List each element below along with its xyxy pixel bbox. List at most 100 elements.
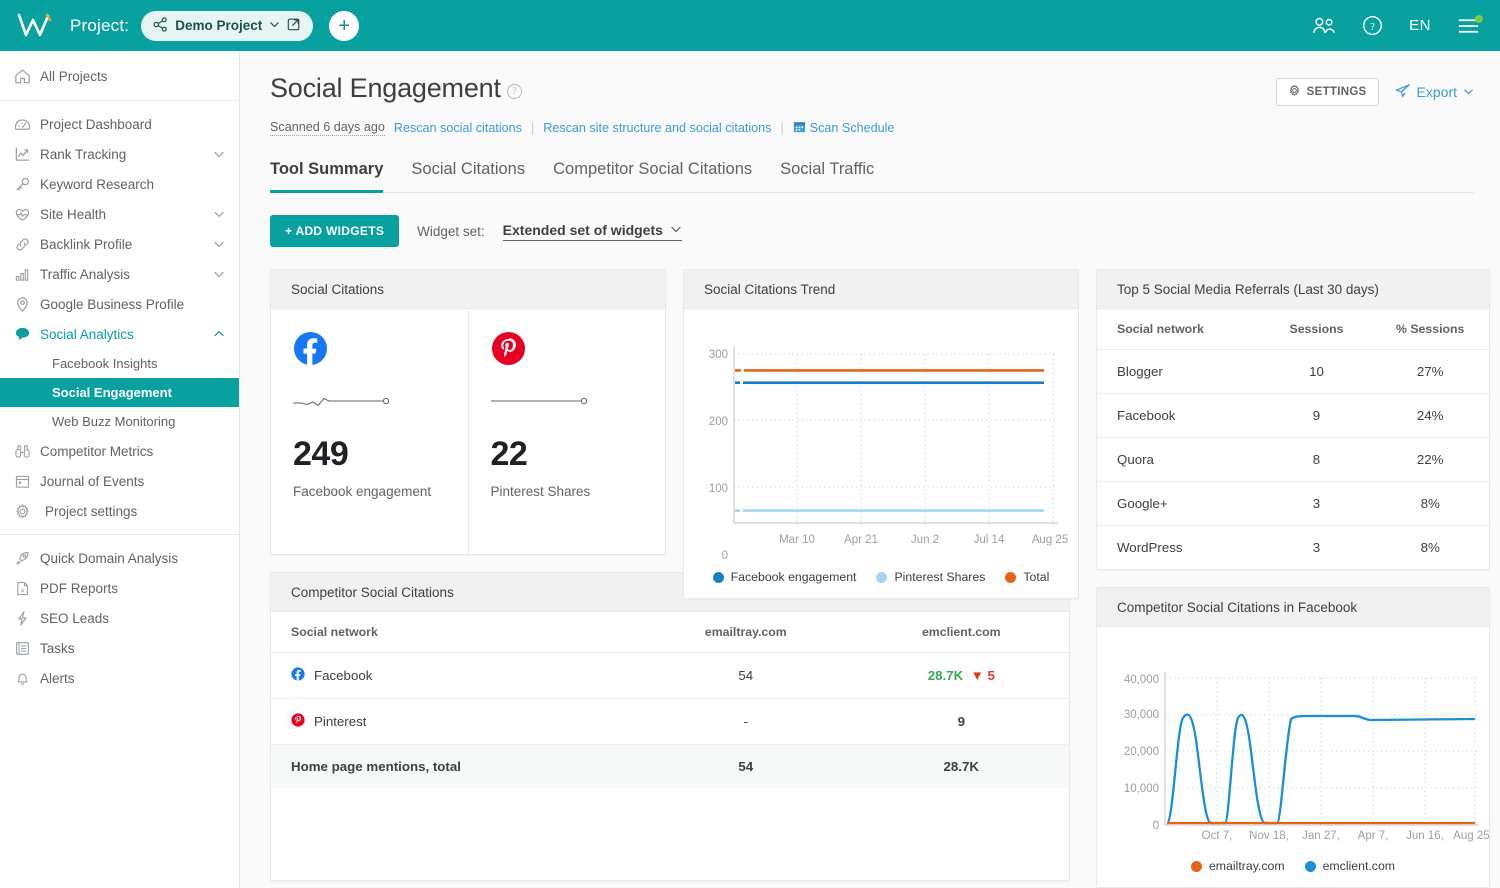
sparkline-pinterest (490, 389, 644, 411)
cell-sessions: 3 (1312, 540, 1321, 555)
legend-item[interactable]: emclient.com (1304, 859, 1396, 873)
app-logo[interactable] (16, 11, 56, 41)
widget-title: Competitor Social Citations in Facebook (1097, 588, 1489, 627)
sidebar-item-label: Traffic Analysis (40, 266, 131, 282)
sidebar-item-site-health[interactable]: Site Health (0, 199, 239, 229)
legend-item[interactable]: Facebook engagement (712, 570, 856, 584)
sidebar-item-tasks[interactable]: Tasks (0, 633, 239, 663)
tab-social-citations[interactable]: Social Citations (411, 160, 525, 193)
heartbeat-icon (14, 206, 40, 223)
tab-tool-summary[interactable]: Tool Summary (270, 160, 384, 193)
sidebar-item-google-business-profile[interactable]: Google Business Profile (0, 289, 239, 319)
help-circle-icon[interactable]: ? (1362, 15, 1383, 36)
link-icon (14, 236, 40, 253)
paper-plane-icon (1395, 83, 1411, 102)
key-icon (14, 176, 40, 193)
widget-set-select[interactable]: Extended set of widgets (502, 222, 682, 241)
x-tick: Mar 10 (779, 534, 815, 546)
widget-column-left: Social Citations 249 Facebook engagement… (270, 269, 1070, 881)
gear-icon (14, 503, 40, 520)
sidebar-item-all-projects[interactable]: All Projects (0, 61, 239, 91)
y-tick: 100 (709, 483, 728, 495)
legend-item[interactable]: Total (1005, 570, 1049, 584)
sidebar-subitem-facebook-insights[interactable]: Facebook Insights (0, 349, 239, 378)
widget-body: 249 Facebook engagement 22 Pinterest Sha… (271, 309, 665, 554)
sidebar-item-competitor-metrics[interactable]: Competitor Metrics (0, 436, 239, 466)
divider: | (780, 121, 784, 135)
table-row: Quora 8 22% (1097, 437, 1489, 482)
widget-set-label: Widget set: (417, 223, 485, 239)
table-row: Facebook 54 28.7K ▼ 5 (271, 652, 1069, 699)
binoculars-icon (14, 443, 40, 460)
sidebar-item-backlink-profile[interactable]: Backlink Profile (0, 229, 239, 259)
hamburger-icon[interactable] (1457, 14, 1483, 35)
sidebar-item-label: Journal of Events (40, 473, 145, 489)
sidebar-item-pdf-reports[interactable]: A PDF Reports (0, 573, 239, 603)
question-circle-icon[interactable]: ? (506, 84, 522, 99)
sidebar-item-label: Rank Tracking (40, 146, 127, 162)
add-project-button[interactable]: + (329, 10, 360, 41)
sidebar-subitem-social-engagement[interactable]: Social Engagement (0, 378, 239, 407)
metric-pinterest-shares: 22 Pinterest Shares (467, 309, 666, 554)
sidebar-subitem-label: Web Buzz Monitoring (52, 414, 176, 429)
open-external-icon[interactable] (287, 17, 301, 34)
settings-button[interactable]: SETTINGS (1275, 78, 1379, 106)
sidebar-subitem-web-buzz-monitoring[interactable]: Web Buzz Monitoring (0, 407, 239, 436)
gear-icon (1288, 84, 1301, 100)
project-selector[interactable]: Demo Project (141, 10, 314, 41)
column-header: Social network (1097, 309, 1262, 350)
chevron-down-icon (213, 238, 225, 250)
sidebar-item-journal-of-events[interactable]: Journal of Events (0, 466, 239, 496)
sidebar-item-label: Google Business Profile (40, 296, 185, 312)
metric-facebook-engagement: 249 Facebook engagement (271, 309, 468, 554)
sidebar-item-label: Keyword Research (40, 176, 155, 192)
column-header: % Sessions (1371, 309, 1489, 350)
sidebar-item-quick-domain-analysis[interactable]: Quick Domain Analysis (0, 543, 239, 573)
widget-title: Social Citations Trend (684, 270, 1078, 309)
add-widgets-button[interactable]: + ADD WIDGETS (270, 215, 400, 247)
sidebar-item-seo-leads[interactable]: SEO Leads (0, 603, 239, 633)
users-icon[interactable] (1312, 16, 1336, 35)
sidebar-item-social-analytics[interactable]: Social Analytics (0, 319, 239, 349)
sidebar-item-label: Social Analytics (40, 326, 134, 342)
sidebar-item-project-dashboard[interactable]: Project Dashboard (0, 109, 239, 139)
widget-competitor-citations-facebook: Competitor Social Citations in Facebook … (1096, 587, 1490, 888)
sidebar-group-bottom: Quick Domain Analysis A PDF Reports SEO … (0, 535, 239, 701)
scan-schedule-link[interactable]: Scan Schedule (793, 120, 894, 136)
list-icon (14, 640, 40, 657)
legend-item[interactable]: Pinterest Shares (876, 570, 985, 584)
sidebar-item-keyword-research[interactable]: Keyword Research (0, 169, 239, 199)
sidebar-item-rank-tracking[interactable]: Rank Tracking (0, 139, 239, 169)
cell-pct-sessions: 22% (1371, 437, 1489, 482)
sidebar-item-project-settings[interactable]: Project settings (0, 496, 239, 526)
tab-social-traffic[interactable]: Social Traffic (780, 160, 874, 193)
legend-label: emclient.com (1322, 859, 1396, 873)
x-tick: Jul 14 (974, 534, 1005, 546)
chevron-down-icon (213, 148, 225, 160)
sidebar-item-label: Project Dashboard (40, 116, 152, 132)
export-button[interactable]: Export (1395, 83, 1474, 102)
sidebar-item-label: All Projects (40, 68, 108, 84)
network-cell: Pinterest (291, 713, 628, 730)
cell-network: Facebook (1097, 393, 1262, 438)
legend-item[interactable]: emailtray.com (1190, 859, 1285, 873)
sidebar-item-alerts[interactable]: Alerts (0, 663, 239, 693)
sidebar-item-label: Project settings (45, 503, 138, 519)
rescan-site-structure-link[interactable]: Rescan site structure and social citatio… (543, 121, 771, 135)
scan-status-bar: Scanned 6 days ago Rescan social citatio… (270, 120, 1474, 136)
tab-competitor-social-citations[interactable]: Competitor Social Citations (553, 160, 752, 193)
table-row: Google+ 3 8% (1097, 481, 1489, 526)
x-tick: Apr 7, (1358, 830, 1389, 842)
rocket-icon (14, 550, 40, 567)
sidebar-item-traffic-analysis[interactable]: Traffic Analysis (0, 259, 239, 289)
bar-chart-icon (14, 266, 40, 283)
home-icon (14, 68, 40, 85)
language-selector[interactable]: EN (1409, 17, 1431, 34)
page-title: Social Engagement ? (270, 73, 522, 104)
project-label: Project: (70, 15, 130, 35)
sidebar-group-main: Project Dashboard Rank Tracking Keyword … (0, 101, 239, 535)
pinterest-icon (491, 331, 526, 369)
facebook-icon (293, 331, 328, 369)
table-row: Blogger 10 27% (1097, 349, 1489, 394)
rescan-social-citations-link[interactable]: Rescan social citations (394, 121, 522, 135)
